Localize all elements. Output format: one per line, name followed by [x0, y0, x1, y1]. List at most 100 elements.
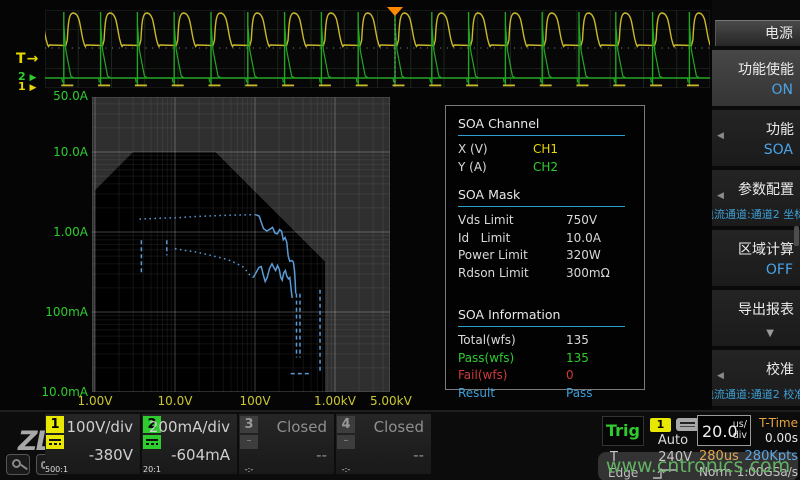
channel-offset[interactable]: -380V	[89, 446, 133, 464]
chevron-down-icon: ▼	[766, 328, 774, 339]
sidebar-item-label: 功能	[766, 119, 794, 139]
panel-row: Result Pass	[458, 386, 634, 404]
sidebar-item-4[interactable]: 区域计算 OFF	[712, 230, 800, 286]
scrollbar-thumb[interactable]	[794, 226, 799, 246]
section-divider	[458, 206, 625, 207]
sidebar-item-value: OFF	[766, 262, 793, 278]
x-axis-tick-label: 100V	[239, 394, 270, 408]
soa-information-section: SOA Information Total(wfs)135Pass(wfs)13…	[458, 305, 634, 403]
menu-header-power[interactable]: 电源	[715, 20, 800, 46]
sidebar-item-subtext: 电流通道:通道2 校准	[712, 386, 800, 402]
coupling-dashes	[146, 443, 158, 445]
panel-row: X (V) CH1	[458, 142, 634, 160]
channel-offset[interactable]: --	[413, 446, 424, 464]
panel-row: Rdson Limit300mΩ	[458, 266, 634, 284]
sidebar-menu: 电源 功能使能ON ◀ 功能 SOA ◀ 参数配置电流通道:通道2 坐标区域计算 OFF 导出…	[712, 0, 800, 410]
channel-scale[interactable]: 100V/div	[66, 418, 133, 436]
row-value: 750V	[566, 213, 597, 227]
chevron-left-icon: ◀	[717, 191, 724, 201]
trigger-mode[interactable]: Auto	[646, 433, 700, 448]
bottom-status-bar: ZLG® 1500:1100V/div-380V220:1200mA/div-6…	[0, 410, 800, 480]
y-axis-tick-label: 10.0A	[32, 145, 88, 159]
section-title: SOA Information	[458, 305, 634, 322]
arrow-right-icon: →	[27, 51, 40, 67]
channel-scale[interactable]: 200mA/div	[149, 418, 230, 436]
row-value: 135	[566, 351, 589, 365]
trigger-position-marker-icon[interactable]	[387, 7, 403, 16]
channel-scale[interactable]: Closed	[374, 418, 424, 436]
channel-4-badge[interactable]: 4	[337, 416, 355, 433]
sidebar-item-label: 区域计算	[738, 239, 794, 259]
row-label: Y (A)	[458, 160, 487, 174]
row-value: 0	[566, 368, 574, 382]
row-value: Pass	[566, 386, 593, 400]
row-value: 135	[566, 333, 589, 347]
y-axis-tick-label: 100mA	[32, 305, 88, 319]
sidebar-item-2[interactable]: ◀ 功能 SOA	[712, 110, 800, 166]
channel-offset[interactable]: -604mA	[171, 446, 230, 464]
sidebar-item-1[interactable]: 功能使能ON	[712, 50, 800, 106]
sidebar-item-6[interactable]: ◀校准电流通道:通道2 校准	[712, 350, 800, 406]
x-axis-tick-label: 1.00V	[78, 394, 113, 408]
row-label: Power Limit	[458, 248, 528, 262]
channel-4-block[interactable]: 4 – -:- Closed --	[336, 414, 431, 474]
sidebar-item-3[interactable]: ◀ 参数配置电流通道:通道2 坐标	[712, 170, 800, 226]
trigger-coupling-icon[interactable]	[676, 418, 699, 431]
horizontal-scale-box[interactable]: 20.0 us/div	[697, 415, 751, 446]
row-label: Id Limit	[458, 231, 510, 245]
panel-row: Fail(wfs) 0	[458, 368, 634, 386]
sidebar-item-5[interactable]: 导出报表▼	[712, 290, 800, 346]
channel-3-block[interactable]: 3–-:-Closed--	[239, 414, 334, 474]
section-title: SOA Channel	[458, 114, 634, 131]
coupling-icon[interactable]	[143, 435, 161, 449]
chevron-left-icon: ◀	[717, 131, 724, 141]
panel-row: Pass(wfs)135	[458, 351, 634, 369]
probe-ratio: 500:1	[45, 465, 65, 474]
channel-1-block[interactable]: 1 500:1 100V/div -380V	[45, 414, 140, 474]
probe-ratio: -:-	[336, 465, 356, 474]
t-time-label: T-Time	[752, 416, 798, 430]
row-label: Total(wfs)	[458, 333, 516, 347]
channel-offset[interactable]: --	[316, 446, 327, 464]
panel-row: Id Limit 10.0A	[458, 231, 634, 249]
row-value: CH2	[533, 160, 558, 174]
sidebar-item-subtext: 电流通道:通道2 坐标	[712, 206, 800, 222]
channel-3-badge[interactable]: 3	[240, 416, 258, 433]
trigger-status-button[interactable]: Trig	[602, 416, 644, 446]
channel-2-block[interactable]: 220:1200mA/div-604mA	[142, 414, 237, 474]
channel-scale[interactable]: Closed	[277, 418, 327, 436]
panel-row: Power Limit320W	[458, 248, 634, 266]
probe-ratio: 20:1	[142, 465, 162, 474]
soa-info-panel: SOA Channel X (V)CH1Y (A)CH2 SOA Mask Vd…	[445, 105, 645, 390]
time-per-div-unit: us/div	[733, 419, 747, 441]
coupling-icon[interactable]: –	[240, 435, 258, 449]
panel-row: Total(wfs) 135	[458, 333, 634, 351]
sidebar-item-label: 参数配置	[738, 179, 794, 199]
oscilloscope-screen: T→ 2 ▶ 1 ▶ 50.0A10.0A1.00A100mA10.0mA1.0…	[0, 0, 800, 480]
coupling-icon[interactable]: –	[337, 435, 355, 449]
x-axis-tick-label: 5.00kV	[370, 394, 412, 408]
waveform-strip	[45, 10, 710, 88]
t-time-value[interactable]: 0.00s	[752, 431, 798, 445]
coupling-line	[146, 439, 158, 441]
row-label: Fail(wfs)	[458, 368, 507, 382]
row-value: CH1	[533, 142, 558, 156]
row-value: 10.0A	[566, 231, 601, 245]
sidebar-item-value: ON	[772, 82, 794, 98]
section-title: SOA Mask	[458, 185, 634, 202]
trigger-source-badge[interactable]: 1	[650, 418, 671, 432]
touch-gesture-icon[interactable]	[6, 454, 30, 475]
sidebar-item-label: 校准	[766, 359, 794, 379]
y-axis-tick-label: 50.0A	[32, 89, 88, 103]
y-axis-tick-label: 1.00A	[32, 225, 88, 239]
trigger-level-marker[interactable]: T→	[16, 51, 39, 67]
sidebar-item-value: SOA	[764, 142, 793, 158]
section-divider	[458, 135, 625, 136]
row-label: X (V)	[458, 142, 488, 156]
watermark: www.cntronics.com	[598, 452, 798, 480]
channel-1-badge[interactable]: 1	[46, 416, 64, 433]
x-axis-tick-label: 1.00kV	[314, 394, 356, 408]
soa-plot	[92, 97, 390, 392]
coupling-icon[interactable]	[46, 435, 64, 449]
row-label: Result	[458, 386, 495, 400]
